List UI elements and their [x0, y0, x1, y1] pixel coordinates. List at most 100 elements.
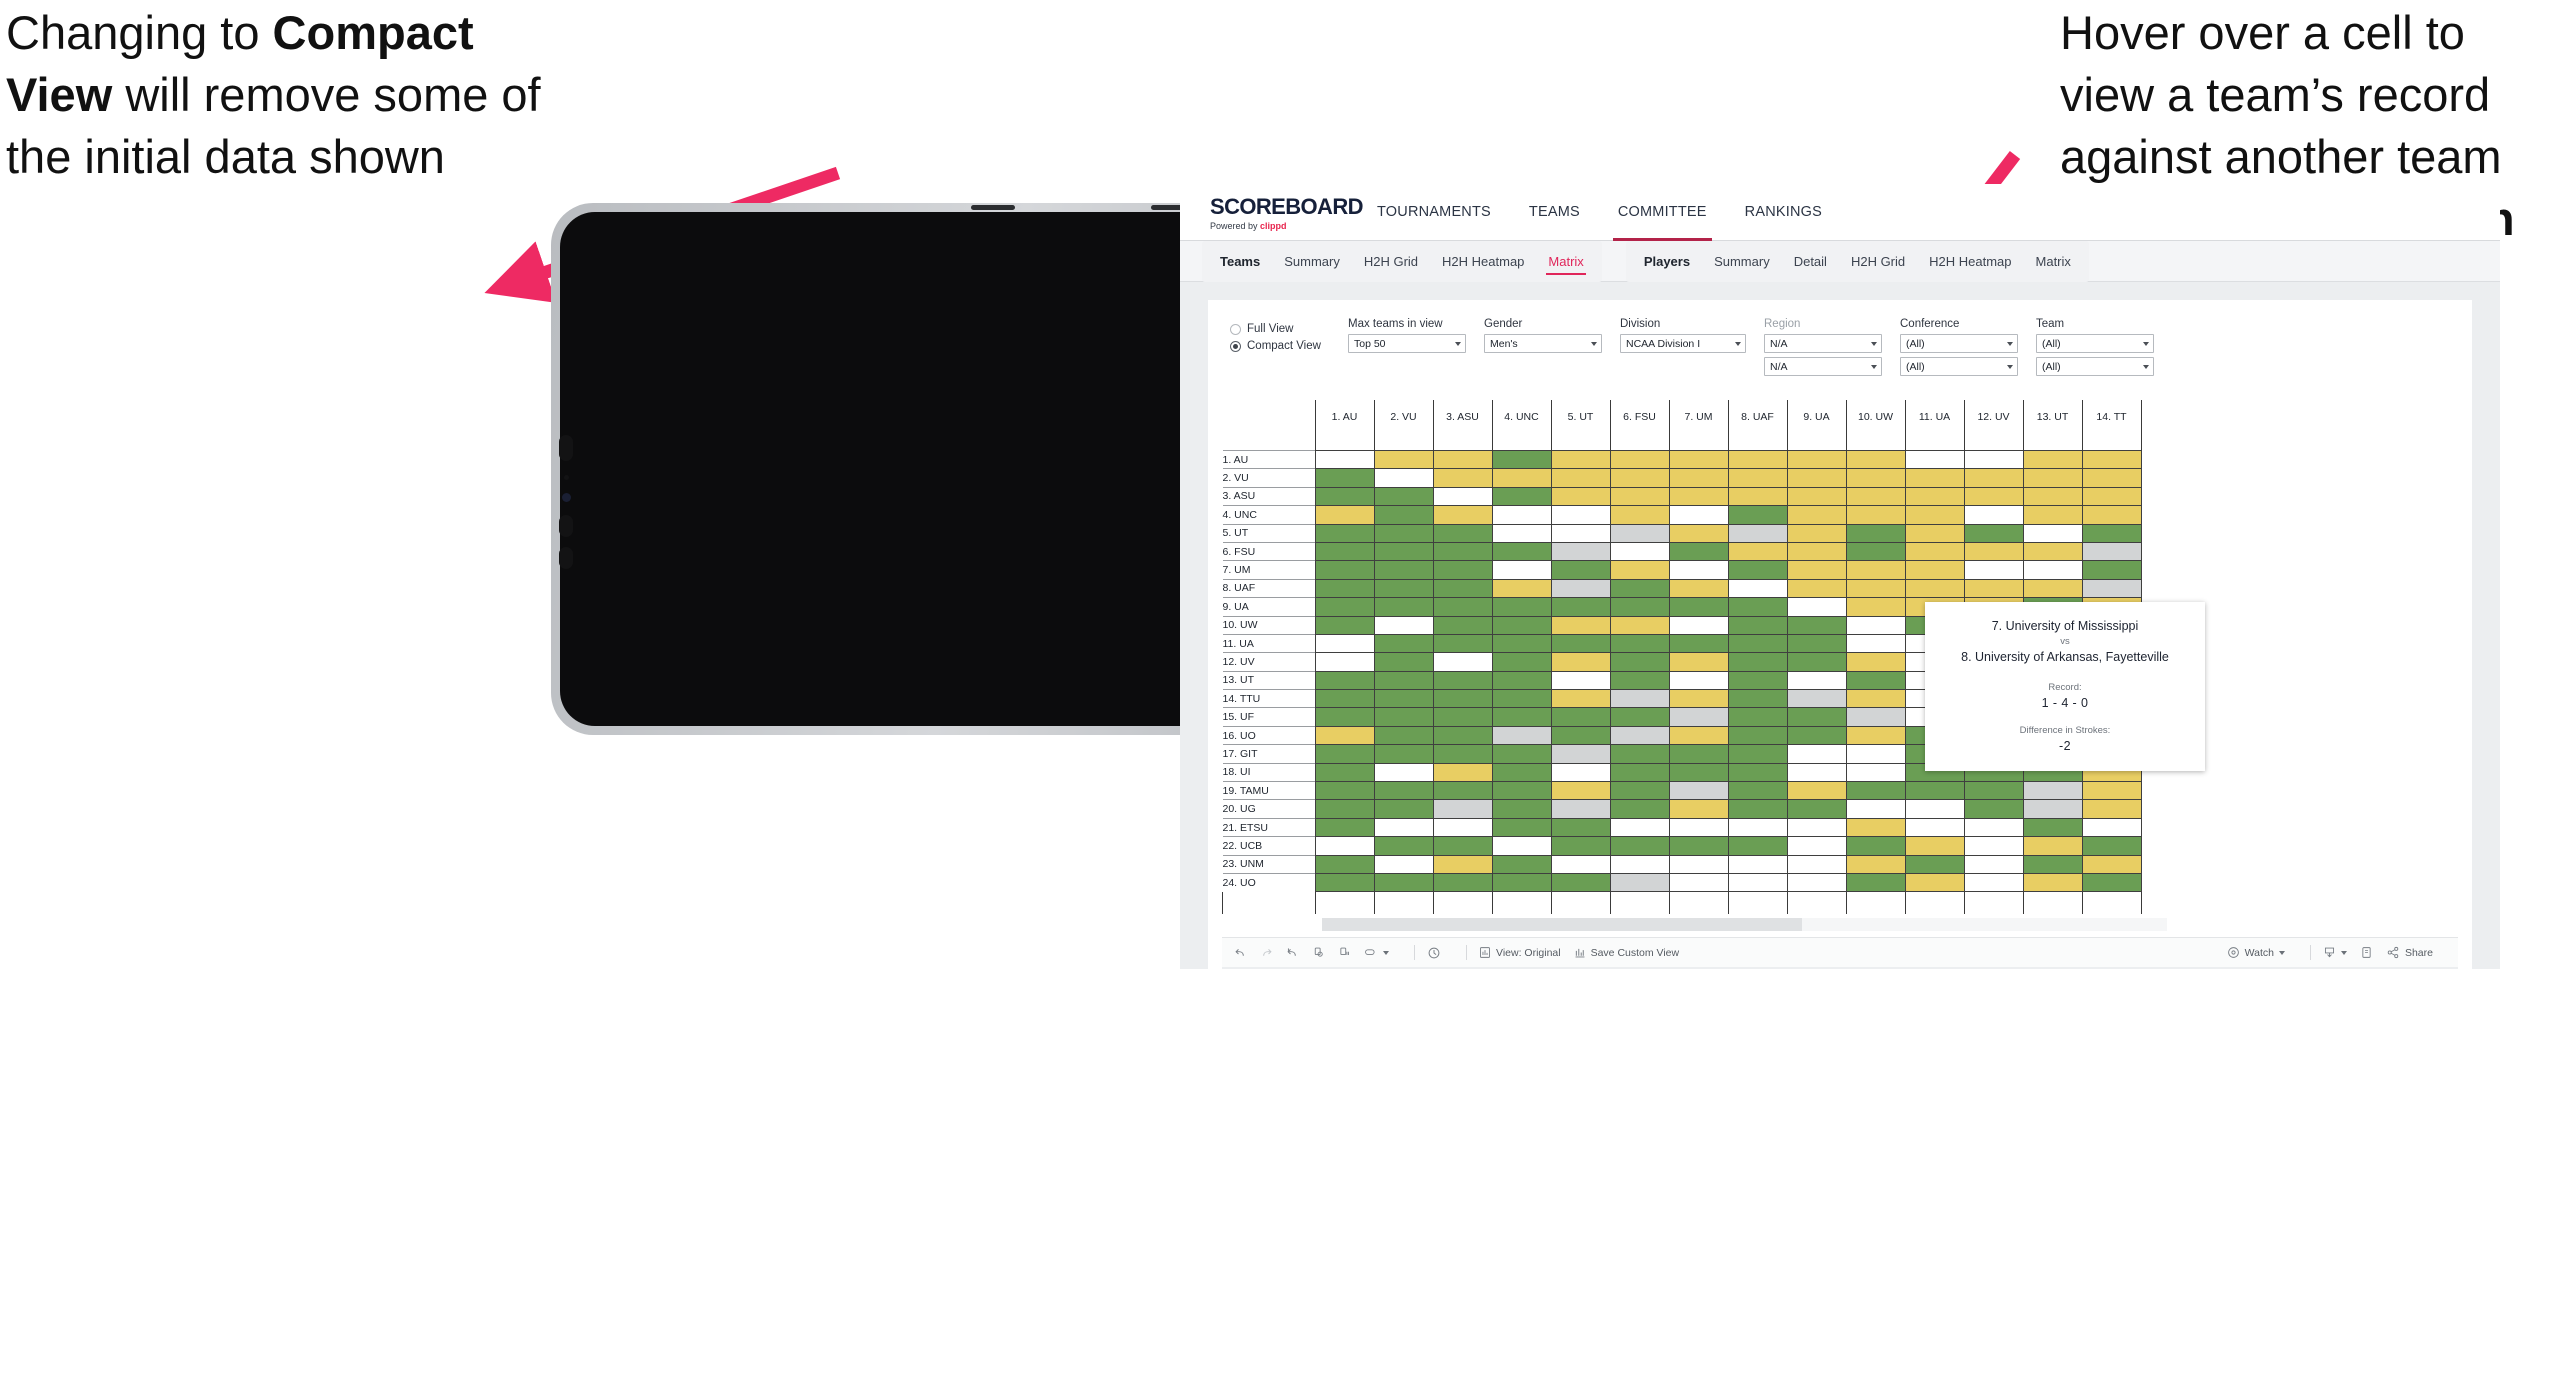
matrix-cell[interactable]	[1786, 817, 1847, 838]
matrix-cell[interactable]	[1904, 836, 1965, 856]
matrix-cell[interactable]	[1314, 725, 1375, 746]
matrix-cell[interactable]	[1373, 817, 1434, 838]
matrix-cell[interactable]	[1668, 486, 1729, 507]
matrix-cell[interactable]	[1727, 505, 1788, 525]
matrix-cell[interactable]	[1727, 670, 1788, 691]
matrix-cell[interactable]	[1845, 707, 1906, 727]
matrix-cell[interactable]	[1373, 486, 1434, 507]
matrix-cell[interactable]	[1550, 560, 1611, 580]
matrix-cell[interactable]	[1609, 578, 1670, 599]
matrix-cell[interactable]	[1550, 652, 1611, 672]
matrix-column-header[interactable]: 5. UT	[1550, 400, 1611, 434]
matrix-cell[interactable]	[1550, 486, 1611, 507]
matrix-row-header[interactable]: 11. UA	[1222, 633, 1315, 653]
matrix-column-header[interactable]: 2. VU	[1373, 400, 1434, 434]
matrix-cell[interactable]	[1432, 689, 1493, 709]
matrix-cell[interactable]	[1786, 652, 1847, 672]
matrix-cell[interactable]	[1786, 707, 1847, 727]
matrix-cell[interactable]	[1609, 597, 1670, 617]
matrix-cell[interactable]	[1963, 781, 2024, 801]
matrix-cell[interactable]	[1963, 486, 2024, 507]
matrix-cell[interactable]	[1314, 468, 1375, 488]
matrix-cell[interactable]	[1550, 817, 1611, 838]
matrix-cell[interactable]	[1845, 744, 1906, 764]
conference-select-2[interactable]: (All)	[1900, 357, 2018, 376]
matrix-cell[interactable]	[1609, 762, 1670, 783]
matrix-cell[interactable]	[1845, 854, 1906, 874]
matrix-cell[interactable]	[1609, 872, 1670, 893]
matrix-cell[interactable]	[1668, 762, 1729, 783]
matrix-cell[interactable]	[1786, 670, 1847, 691]
matrix-cell[interactable]	[1432, 854, 1493, 874]
matrix-cell[interactable]	[2022, 523, 2083, 543]
matrix-cell[interactable]	[1668, 560, 1729, 580]
matrix-cell[interactable]	[1904, 486, 1965, 507]
download-button[interactable]	[2323, 946, 2347, 959]
matrix-cell[interactable]	[1727, 652, 1788, 672]
matrix-cell[interactable]	[1668, 817, 1729, 838]
matrix-cell[interactable]	[1491, 633, 1552, 654]
matrix-column-header[interactable]: 8. UAF	[1727, 400, 1788, 434]
matrix-cell[interactable]	[1904, 468, 1965, 488]
matrix-cell[interactable]	[1727, 449, 1788, 470]
matrix-column-header[interactable]: 7. UM	[1668, 400, 1729, 434]
matrix-row-header[interactable]: 10. UW	[1222, 615, 1315, 635]
matrix-cell[interactable]	[1727, 725, 1788, 746]
matrix-cell[interactable]	[1491, 560, 1552, 580]
matrix-cell[interactable]	[1314, 652, 1375, 672]
subtab-players-matrix[interactable]: Matrix	[2024, 241, 2083, 282]
matrix-row-header[interactable]: 1. AU	[1222, 449, 1315, 469]
matrix-cell[interactable]	[1668, 523, 1729, 543]
matrix-row-header[interactable]: 6. FSU	[1222, 541, 1315, 561]
matrix-cell[interactable]	[1491, 817, 1552, 838]
matrix-cell[interactable]	[1491, 652, 1552, 672]
matrix-cell[interactable]	[1786, 799, 1847, 819]
matrix-cell[interactable]	[1668, 854, 1729, 874]
matrix-cell[interactable]	[1904, 505, 1965, 525]
matrix-cell[interactable]	[1727, 836, 1788, 856]
matrix-cell[interactable]	[1963, 836, 2024, 856]
matrix-cell[interactable]	[1845, 597, 1906, 617]
matrix-cell[interactable]	[1904, 449, 1965, 470]
matrix-cell[interactable]	[1727, 560, 1788, 580]
matrix-cell[interactable]	[1314, 872, 1375, 893]
matrix-cell[interactable]	[1373, 744, 1434, 764]
matrix-cell[interactable]	[1727, 799, 1788, 819]
matrix-row-header[interactable]: 8. UAF	[1222, 578, 1315, 598]
matrix-cell[interactable]	[1491, 670, 1552, 691]
matrix-cell[interactable]	[1432, 872, 1493, 893]
matrix-cell[interactable]	[2081, 872, 2142, 893]
matrix-cell[interactable]	[1373, 560, 1434, 580]
matrix-cell[interactable]	[1314, 836, 1375, 856]
matrix-cell[interactable]	[1491, 486, 1552, 507]
matrix-cell[interactable]	[1491, 523, 1552, 543]
matrix-cell[interactable]	[1668, 633, 1729, 654]
matrix-cell[interactable]	[1845, 523, 1906, 543]
matrix-cell[interactable]	[1668, 689, 1729, 709]
nav-tournaments[interactable]: TOURNAMENTS	[1358, 184, 1510, 241]
matrix-cell[interactable]	[1786, 578, 1847, 599]
matrix-cell[interactable]	[1373, 652, 1434, 672]
save-custom-view-button[interactable]: Save Custom View	[1574, 946, 1679, 959]
matrix-cell[interactable]	[1550, 468, 1611, 488]
matrix-cell[interactable]	[1550, 872, 1611, 893]
matrix-cell[interactable]	[1373, 725, 1434, 746]
matrix-cell[interactable]	[1432, 597, 1493, 617]
matrix-cell[interactable]	[1845, 689, 1906, 709]
matrix-cell[interactable]	[2022, 486, 2083, 507]
matrix-cell[interactable]	[1373, 799, 1434, 819]
matrix-cell[interactable]	[1491, 505, 1552, 525]
matrix-cell[interactable]	[1373, 468, 1434, 488]
matrix-cell[interactable]	[1314, 597, 1375, 617]
matrix-column-header[interactable]: 1. AU	[1314, 400, 1375, 434]
matrix-cell[interactable]	[1786, 449, 1847, 470]
matrix-cell[interactable]	[1609, 523, 1670, 543]
matrix-cell[interactable]	[1786, 615, 1847, 635]
matrix-cell[interactable]	[1550, 633, 1611, 654]
matrix-column-header[interactable]: 10. UW	[1845, 400, 1906, 434]
matrix-cell[interactable]	[1373, 836, 1434, 856]
matrix-cell[interactable]	[1550, 689, 1611, 709]
matrix-cell[interactable]	[1491, 872, 1552, 893]
matrix-cell[interactable]	[1314, 799, 1375, 819]
matrix-cell[interactable]	[1668, 836, 1729, 856]
